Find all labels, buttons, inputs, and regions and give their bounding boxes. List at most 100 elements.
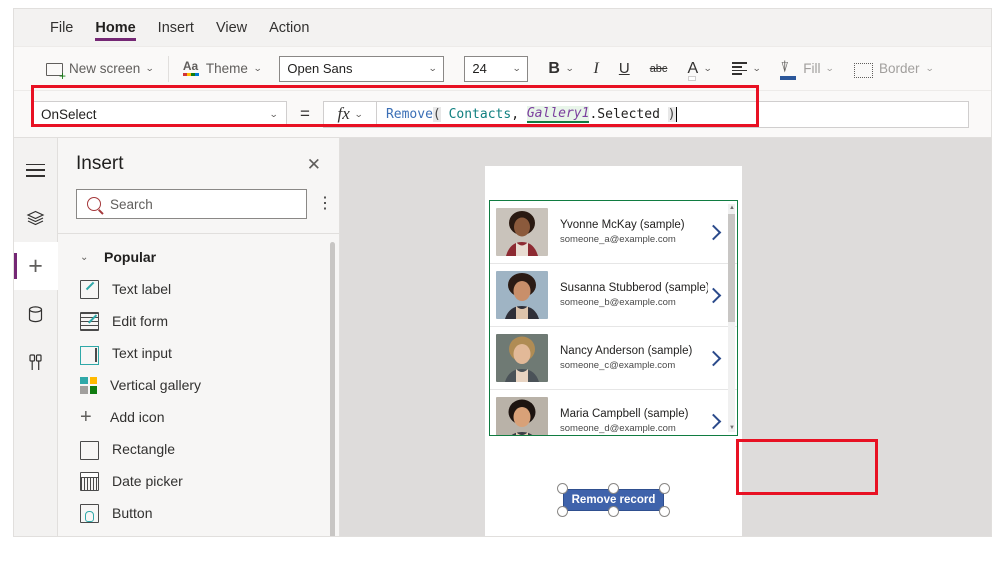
italic-icon: I (593, 59, 599, 77)
italic-button[interactable]: I (584, 54, 609, 84)
insert-item-text-label[interactable]: Text label (58, 273, 339, 305)
menu-item-insert[interactable]: Insert (147, 9, 205, 47)
rail-item-data[interactable] (14, 290, 58, 338)
rail-item-insert[interactable]: + (14, 242, 58, 290)
insert-item-add-icon[interactable]: + Add icon (58, 401, 339, 433)
formula-token-datasource: Contacts (448, 106, 512, 122)
text-caret (675, 106, 678, 122)
avatar-image (496, 334, 548, 382)
database-icon (28, 305, 43, 322)
avatar (496, 397, 548, 435)
close-icon[interactable]: ✕ (307, 156, 321, 173)
insert-item-label: Edit form (112, 313, 169, 329)
vertical-gallery-icon (80, 376, 97, 394)
strikethrough-button[interactable]: abc (640, 54, 678, 84)
insert-panel-header: Insert ✕ Search ⋮ (58, 138, 339, 233)
avatar-image (496, 397, 548, 435)
resize-handle-bottom-center[interactable] (608, 506, 619, 517)
gallery-row[interactable]: Susanna Stubberod (sample) someone_b@exa… (490, 264, 737, 327)
rectangle-icon (80, 441, 99, 460)
rail-item-tree-view[interactable] (14, 194, 58, 242)
insert-item-date-picker[interactable]: Date picker (58, 465, 339, 497)
layers-icon (26, 210, 45, 225)
formula-input[interactable]: Remove( Contacts, Gallery1 .Selected ) (376, 100, 969, 128)
contact-email: someone_c@example.com (560, 360, 676, 371)
insert-item-label: Text label (112, 281, 172, 297)
gallery-row[interactable]: Maria Campbell (sample) someone_d@exampl… (490, 390, 737, 435)
selected-control-wrapper: Remove record (556, 482, 671, 518)
divider (167, 55, 169, 82)
more-options-icon[interactable]: ⋮ (317, 196, 333, 212)
chevron-right-icon[interactable] (705, 287, 722, 303)
formula-bar: OnSelect ⌄ = fx ⌄ Remove( Contacts, Gall… (14, 91, 991, 138)
insert-item-rectangle[interactable]: Rectangle (58, 433, 339, 465)
font-size-select[interactable]: 24 ⌄ (464, 55, 529, 82)
workspace: + Insert ✕ Search ⋮ ⌄ Popular Text label… (14, 138, 991, 536)
date-picker-icon (80, 471, 99, 491)
insert-item-vertical-gallery[interactable]: Vertical gallery (58, 369, 339, 401)
insert-item-label: Add icon (110, 409, 165, 425)
fx-button[interactable]: fx ⌄ (322, 100, 377, 128)
rail-item-media[interactable] (14, 338, 58, 386)
theme-button[interactable]: Aa Theme ⌄ (173, 54, 272, 84)
chevron-down-icon: ⌄ (427, 63, 438, 73)
align-button[interactable]: ⌄ (722, 54, 771, 84)
contact-email: someone_a@example.com (560, 234, 676, 245)
font-family-group: Open Sans ⌄ (271, 54, 454, 84)
gallery-row[interactable]: Yvonne McKay (sample) someone_a@example.… (490, 201, 737, 264)
menu-item-action[interactable]: Action (258, 9, 320, 47)
fx-icon: fx (337, 104, 350, 123)
menu-item-file[interactable]: File (39, 9, 84, 47)
align-icon (731, 60, 747, 77)
border-button[interactable]: Border ⌄ (844, 54, 943, 84)
chevron-right-icon[interactable] (705, 413, 722, 429)
insert-item-label: Text input (112, 345, 172, 361)
menu-item-view[interactable]: View (205, 9, 258, 47)
scroll-up-icon[interactable]: ▲ (729, 205, 735, 211)
border-icon (854, 62, 873, 78)
gallery-row-text: Nancy Anderson (sample) someone_c@exampl… (548, 345, 708, 371)
underline-button[interactable]: U (609, 54, 640, 84)
property-select[interactable]: OnSelect ⌄ (32, 101, 287, 127)
insert-group-input[interactable]: › Input (58, 529, 339, 536)
chevron-down-icon: ⌄ (825, 63, 835, 73)
gallery-row[interactable]: Nancy Anderson (sample) someone_c@exampl… (490, 327, 737, 390)
font-size-group: 24 ⌄ (454, 54, 538, 84)
font-family-select[interactable]: Open Sans ⌄ (279, 55, 445, 82)
search-input[interactable]: Search (76, 189, 307, 219)
new-screen-icon (46, 63, 66, 82)
resize-handle-top-center[interactable] (608, 483, 619, 494)
font-family-value: Open Sans (287, 61, 353, 76)
resize-handle-bottom-right[interactable] (659, 506, 670, 517)
font-color-button[interactable]: A ⌄ (677, 54, 721, 84)
chevron-right-icon[interactable] (705, 224, 722, 240)
add-icon: + (80, 405, 92, 428)
gallery-row-text: Maria Campbell (sample) someone_d@exampl… (548, 408, 708, 434)
border-label: Border (879, 61, 920, 76)
insert-group-popular[interactable]: ⌄ Popular (58, 241, 339, 273)
resize-handle-top-left[interactable] (557, 483, 568, 494)
insert-panel-title-row: Insert ✕ (76, 153, 321, 175)
resize-handle-bottom-left[interactable] (557, 506, 568, 517)
menu-item-home[interactable]: Home (84, 9, 146, 47)
panel-scrollbar[interactable] (330, 242, 335, 536)
insert-item-text-input[interactable]: Text input (58, 337, 339, 369)
new-screen-button[interactable]: New screen ⌄ (36, 54, 164, 84)
media-icon (29, 353, 42, 370)
resize-handle-top-right[interactable] (659, 483, 670, 494)
contact-name: Susanna Stubberod (sample) (560, 282, 708, 294)
chevron-down-icon: ⌄ (511, 63, 522, 73)
gallery-scrollbar[interactable]: ▲ ▼ (728, 204, 735, 432)
chevron-right-icon[interactable] (705, 350, 722, 366)
chevron-down-icon: ⌄ (252, 63, 263, 73)
scroll-down-icon[interactable]: ▼ (729, 425, 735, 431)
insert-item-edit-form[interactable]: Edit form (58, 305, 339, 337)
gallery-control[interactable]: Yvonne McKay (sample) someone_a@example.… (489, 200, 738, 436)
fill-button[interactable]: ⍒ Fill ⌄ (770, 54, 844, 84)
insert-item-button[interactable]: Button (58, 497, 339, 529)
contact-name: Maria Campbell (sample) (560, 408, 689, 420)
insert-item-label: Button (112, 505, 153, 521)
avatar (496, 208, 548, 256)
rail-item-menu[interactable] (14, 146, 58, 194)
bold-button[interactable]: B ⌄ (538, 54, 583, 84)
